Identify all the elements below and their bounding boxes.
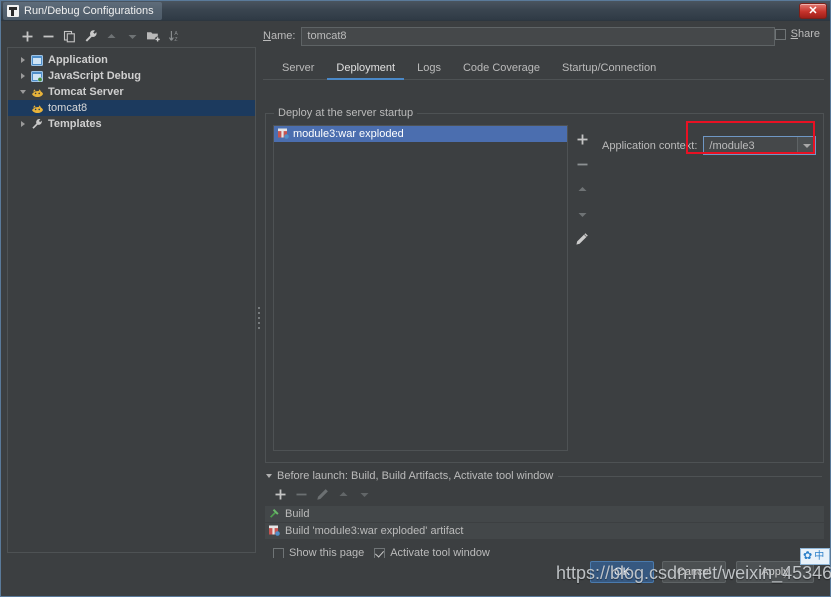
before-launch-task-row[interactable]: Build 'module3:war exploded' artifact: [265, 523, 824, 539]
application-context-row: Application context: /module3: [602, 136, 817, 155]
twisty-expanded-icon[interactable]: [266, 474, 272, 478]
tree-item-label: Application: [48, 54, 108, 66]
configurations-panel: A Z Application JavaScript Debug Tomcat …: [7, 25, 256, 576]
intellij-idea-icon: [7, 4, 19, 17]
wrench-icon: [30, 118, 44, 130]
tree-item-label: Tomcat Server: [48, 86, 124, 98]
tree-item-javascript-debug[interactable]: JavaScript Debug: [8, 68, 255, 84]
twisty-collapsed-icon[interactable]: [16, 73, 30, 79]
paw-icon: ✿: [803, 550, 813, 562]
folder-add-icon[interactable]: [143, 26, 164, 46]
section-divider: [558, 475, 822, 477]
panel-splitter[interactable]: [257, 25, 261, 576]
application-context-value: /module3: [709, 139, 755, 152]
wrench-icon[interactable]: [80, 26, 101, 46]
tree-item-tomcat8[interactable]: tomcat8: [8, 100, 255, 116]
activate-tool-window-checkbox-box[interactable]: [374, 547, 386, 559]
name-label: Name:: [263, 30, 296, 42]
before-launch-toolbar: [265, 483, 824, 505]
configuration-editor-panel: Name: Share Server Deployment Logs Code …: [263, 25, 824, 576]
show-this-page-checkbox-box[interactable]: [273, 547, 284, 559]
tree-item-label: Templates: [48, 118, 102, 130]
application-context-label: Application context:: [602, 139, 698, 152]
tree-item-label: tomcat8: [48, 102, 88, 114]
ok-button[interactable]: OK: [590, 561, 654, 583]
configurations-toolbar: A Z: [7, 25, 256, 47]
name-input[interactable]: [301, 26, 776, 46]
configuration-tabs[interactable]: Server Deployment Logs Code Coverage Sta…: [263, 57, 824, 80]
before-launch-task-label: Build: [285, 508, 310, 520]
share-label: Share: [790, 28, 820, 40]
move-down-button[interactable]: [122, 26, 143, 46]
javascript-debug-icon: [30, 70, 44, 82]
chevron-down-icon[interactable]: [797, 137, 816, 154]
application-icon: [30, 54, 44, 66]
deploy-artifact-label: module3:war exploded: [293, 128, 404, 140]
dialog-content: A Z Application JavaScript Debug Tomcat …: [1, 21, 830, 575]
ime-mode-label: 中: [814, 550, 825, 562]
ime-tray-badge[interactable]: ✿ 中: [800, 548, 830, 565]
application-context-combo[interactable]: /module3: [703, 136, 817, 155]
remove-artifact-button[interactable]: [572, 154, 592, 174]
title-chip: Run/Debug Configurations: [3, 1, 162, 20]
share-checkbox-box[interactable]: [774, 28, 786, 40]
remove-configuration-button[interactable]: [38, 26, 59, 46]
cancel-button[interactable]: Cancel: [662, 561, 726, 583]
tree-item-label: JavaScript Debug: [48, 70, 141, 82]
before-launch-remove-button[interactable]: [291, 484, 312, 504]
tab-code-coverage[interactable]: Code Coverage: [452, 62, 551, 79]
before-launch-edit-button[interactable]: [312, 484, 333, 504]
tab-logs[interactable]: Logs: [406, 62, 452, 79]
before-launch-add-button[interactable]: [270, 484, 291, 504]
tab-deployment[interactable]: Deployment: [325, 62, 406, 80]
before-launch-task-row[interactable]: Build: [265, 506, 824, 522]
tab-startup-connection[interactable]: Startup/Connection: [551, 62, 667, 79]
copy-configuration-button[interactable]: [59, 26, 80, 46]
splitter-grip: [258, 307, 260, 329]
war-artifact-icon: [268, 524, 280, 539]
configurations-tree[interactable]: Application JavaScript Debug Tomcat Serv…: [7, 47, 256, 553]
artifact-move-down-button[interactable]: [572, 204, 592, 224]
tab-server[interactable]: Server: [271, 62, 325, 79]
run-debug-configurations-dialog: Run/Debug Configurations ✕ A Z Applicati…: [0, 0, 831, 597]
deploy-artifact-row[interactable]: module3:war exploded: [274, 126, 567, 142]
tree-item-tomcat-server[interactable]: Tomcat Server: [8, 84, 255, 100]
hammer-icon: [268, 507, 280, 522]
title-bar: Run/Debug Configurations ✕: [1, 1, 830, 21]
tree-item-application[interactable]: Application: [8, 52, 255, 68]
twisty-expanded-icon[interactable]: [16, 90, 30, 94]
move-up-button[interactable]: [101, 26, 122, 46]
share-checkbox[interactable]: Share: [774, 28, 820, 40]
before-launch-task-list[interactable]: Build Build 'module3:war exploded' artif…: [265, 506, 824, 539]
deploy-group-box: Deploy at the server startup module3:war…: [265, 107, 824, 463]
deploy-group-title: Deploy at the server startup: [274, 107, 418, 119]
tomcat-icon: [30, 103, 44, 114]
deploy-artifacts-list[interactable]: module3:war exploded: [273, 125, 568, 451]
tree-item-templates[interactable]: Templates: [8, 116, 255, 132]
sort-alpha-icon[interactable]: A Z: [164, 26, 185, 46]
edit-artifact-button[interactable]: [572, 229, 592, 249]
window-title: Run/Debug Configurations: [24, 4, 154, 17]
svg-text:Z: Z: [174, 37, 177, 43]
twisty-collapsed-icon[interactable]: [16, 121, 30, 127]
before-launch-task-label: Build 'module3:war exploded' artifact: [285, 525, 464, 537]
before-launch-header[interactable]: Before launch: Build, Build Artifacts, A…: [265, 469, 824, 483]
tomcat-icon: [30, 87, 44, 98]
dialog-button-bar: OK Cancel Apply: [1, 558, 830, 596]
before-launch-title: Before launch: Build, Build Artifacts, A…: [277, 470, 554, 482]
war-artifact-icon: [277, 127, 289, 142]
deploy-list-toolbar: [571, 125, 593, 455]
before-launch-move-up-button[interactable]: [333, 484, 354, 504]
close-window-button[interactable]: ✕: [799, 3, 827, 19]
add-artifact-button[interactable]: [572, 129, 592, 149]
name-row: Name: Share: [263, 25, 824, 47]
before-launch-move-down-button[interactable]: [354, 484, 375, 504]
twisty-collapsed-icon[interactable]: [16, 57, 30, 63]
artifact-move-up-button[interactable]: [572, 179, 592, 199]
add-configuration-button[interactable]: [17, 26, 38, 46]
